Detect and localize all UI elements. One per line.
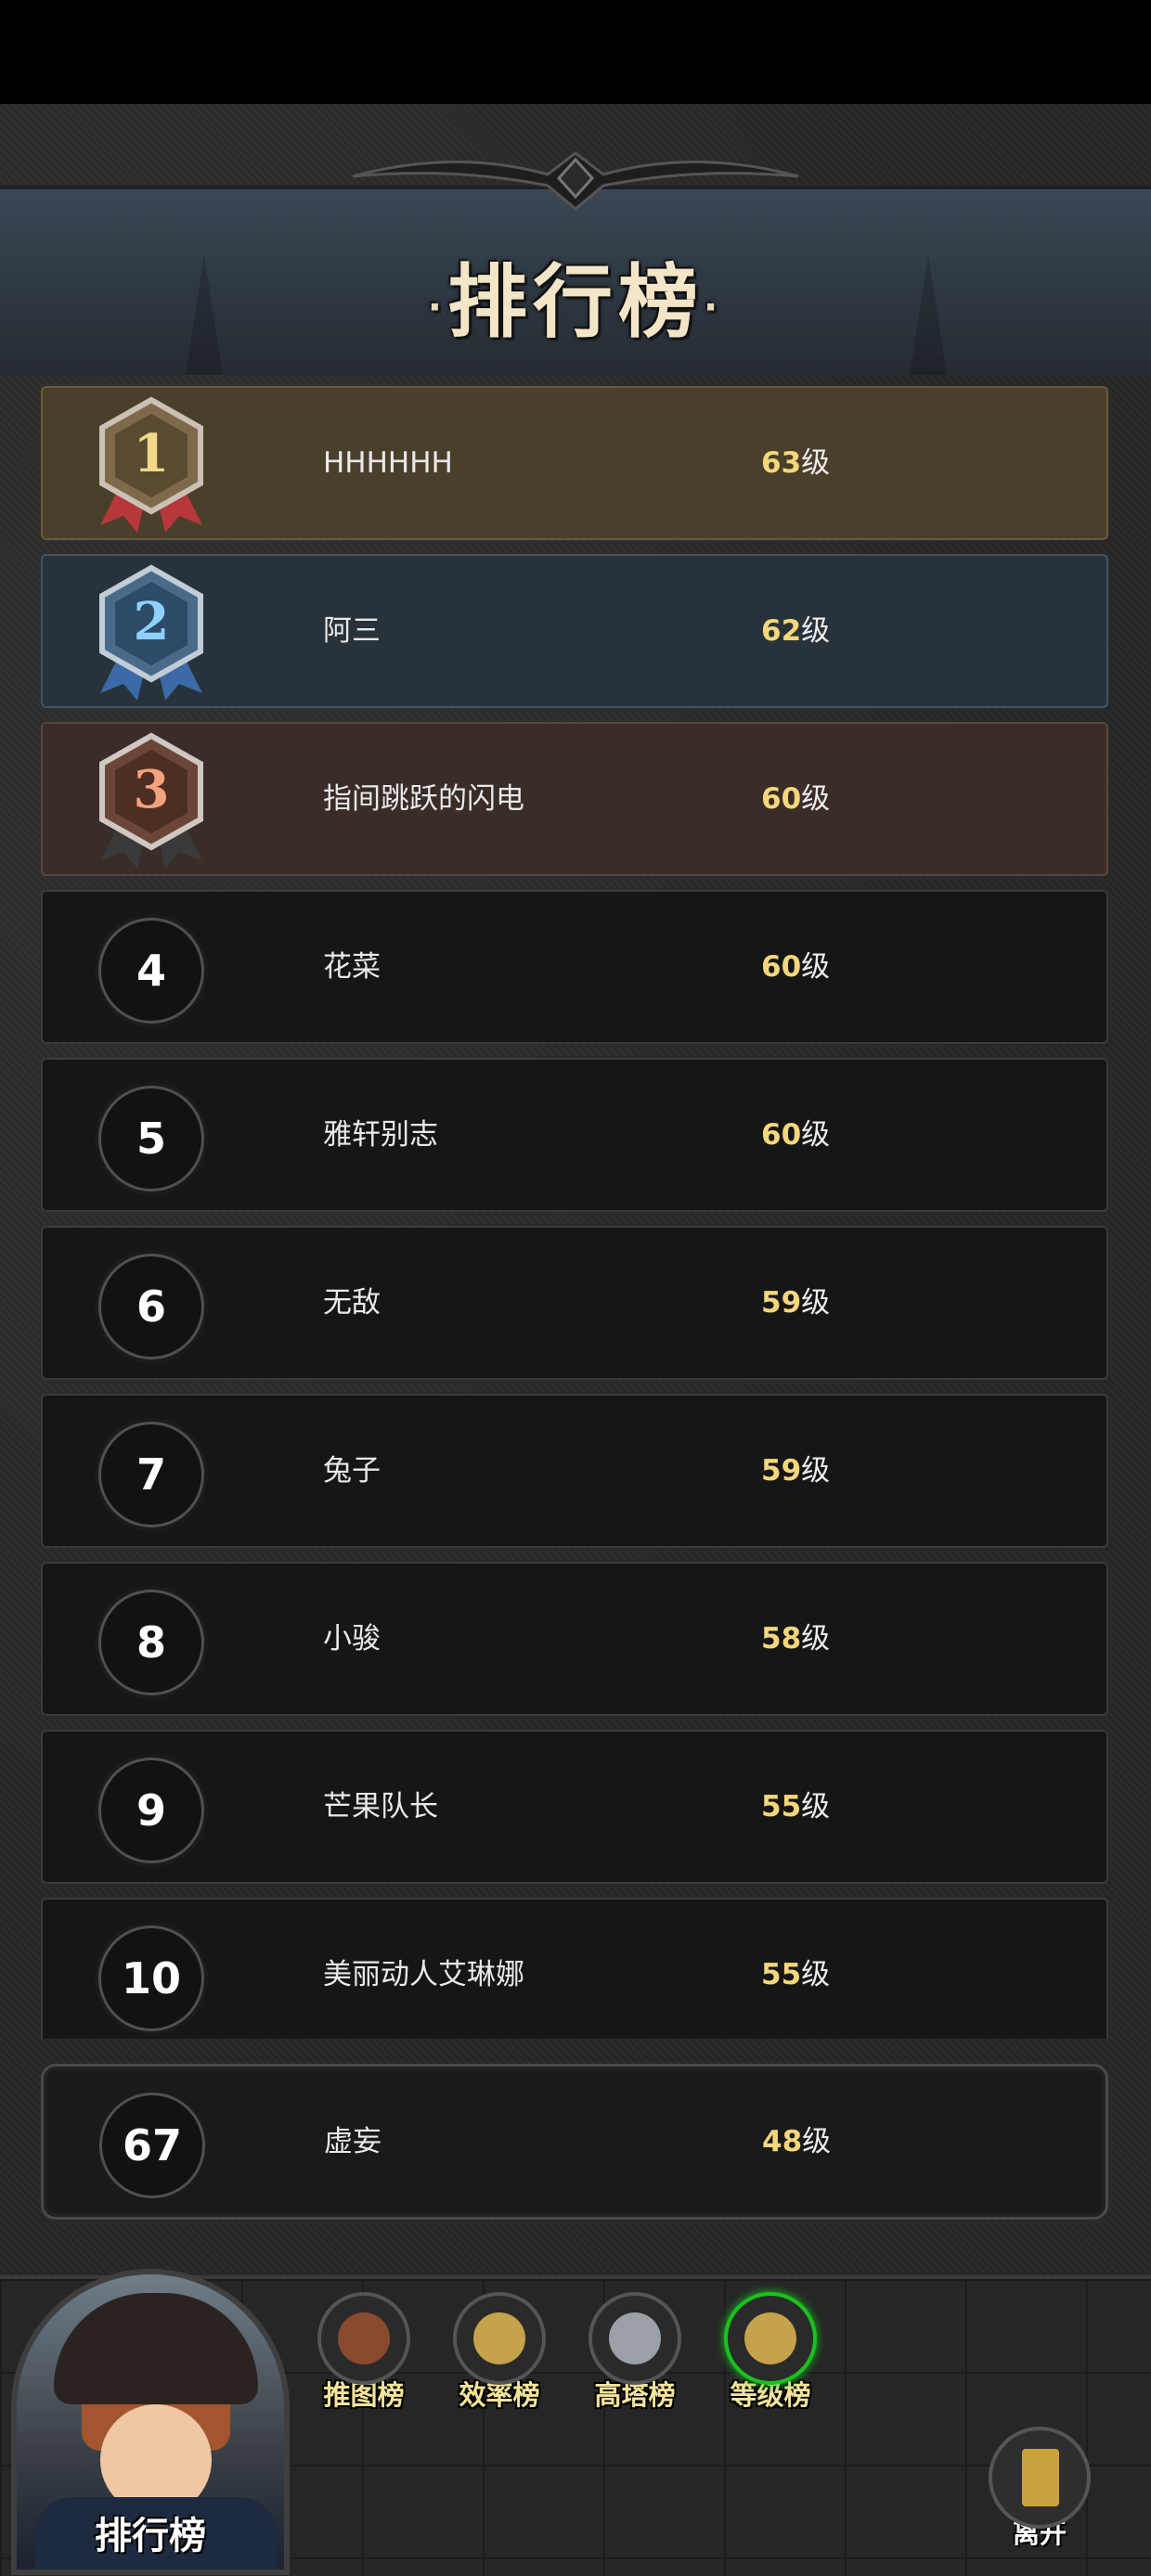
tab-level[interactable]: 等级榜	[715, 2292, 826, 2413]
player-name: 阿三	[323, 614, 381, 648]
rank-badge: 67	[99, 2093, 205, 2198]
player-name: 芒果队长	[323, 1790, 438, 1823]
rank-badge: 4	[98, 918, 204, 1024]
tab-efficiency[interactable]: 效率榜	[444, 2292, 555, 2413]
clock-icon	[453, 2292, 546, 2385]
portrait-label: 排行榜	[95, 2515, 206, 2557]
player-level: 55级	[761, 1790, 831, 1823]
svg-text:1: 1	[134, 423, 170, 484]
exit-button[interactable]: 离开	[984, 2427, 1095, 2557]
player-level: 60级	[761, 782, 831, 816]
player-name: 指间跳跃的闪电	[323, 782, 524, 816]
rank-badge: 10	[98, 1926, 204, 2031]
ranking-row-2[interactable]: 2 阿三 62级	[41, 554, 1108, 708]
player-level: 59级	[761, 1454, 831, 1488]
player-level: 62级	[761, 614, 831, 648]
my-ranking-row[interactable]: 67 虚妄 48级	[41, 2064, 1108, 2220]
ranking-row-5[interactable]: 5 雅轩别志 60级	[41, 1058, 1108, 1212]
silver-medal-icon: 2	[99, 564, 203, 701]
player-level: 58级	[761, 1622, 831, 1655]
rank-badge: 7	[98, 1422, 204, 1527]
player-level: 55级	[761, 1958, 831, 1991]
player-name: HHHHHH	[323, 446, 453, 480]
player-name: 无敌	[323, 1286, 381, 1320]
ranking-row-9[interactable]: 9 芒果队长 55级	[41, 1730, 1108, 1884]
rank-badge: 9	[98, 1758, 204, 1863]
ranking-row-7[interactable]: 7 兔子 59级	[41, 1394, 1108, 1548]
page-title: ·排行榜·	[427, 256, 724, 349]
player-level: 48级	[762, 2125, 832, 2158]
rank-badge: 8	[98, 1590, 204, 1695]
tab-push-map[interactable]: 推图榜	[308, 2292, 420, 2413]
gold-medal-icon: 1	[99, 396, 203, 533]
player-name: 兔子	[323, 1454, 381, 1488]
svg-text:2: 2	[134, 591, 170, 652]
ranking-row-8[interactable]: 8 小骏 58级	[41, 1562, 1108, 1716]
player-name: 雅轩别志	[323, 1118, 438, 1152]
clock-icon	[724, 2292, 817, 2385]
ranking-row-6[interactable]: 6 无敌 59级	[41, 1226, 1108, 1380]
exit-door-icon	[989, 2427, 1091, 2529]
player-level: 60级	[761, 950, 831, 984]
status-bar	[0, 0, 1151, 104]
crossed-swords-icon	[588, 2292, 681, 2385]
svg-text:3: 3	[134, 759, 170, 820]
map-icon	[317, 2292, 410, 2385]
bronze-medal-icon: 3	[99, 732, 203, 869]
rank-badge: 5	[98, 1086, 204, 1191]
player-name: 小骏	[323, 1622, 381, 1655]
ranking-row-4[interactable]: 4 花菜 60级	[41, 890, 1108, 1044]
player-level: 59级	[761, 1286, 831, 1320]
ranking-row-10[interactable]: 10 美丽动人艾琳娜 55级	[41, 1898, 1108, 2039]
player-name: 美丽动人艾琳娜	[323, 1958, 524, 1991]
ornament-icon	[352, 151, 799, 211]
player-name: 虚妄	[324, 2125, 382, 2158]
ranking-row-1[interactable]: 1 HHHHHH 63级	[41, 386, 1108, 540]
player-level: 60级	[761, 1118, 831, 1152]
tab-tower[interactable]: 高塔榜	[579, 2292, 691, 2413]
rank-badge: 6	[98, 1254, 204, 1359]
player-level: 63级	[761, 446, 831, 480]
player-name: 花菜	[323, 950, 381, 984]
ranking-row-3[interactable]: 3 指间跳跃的闪电 60级	[41, 722, 1108, 876]
